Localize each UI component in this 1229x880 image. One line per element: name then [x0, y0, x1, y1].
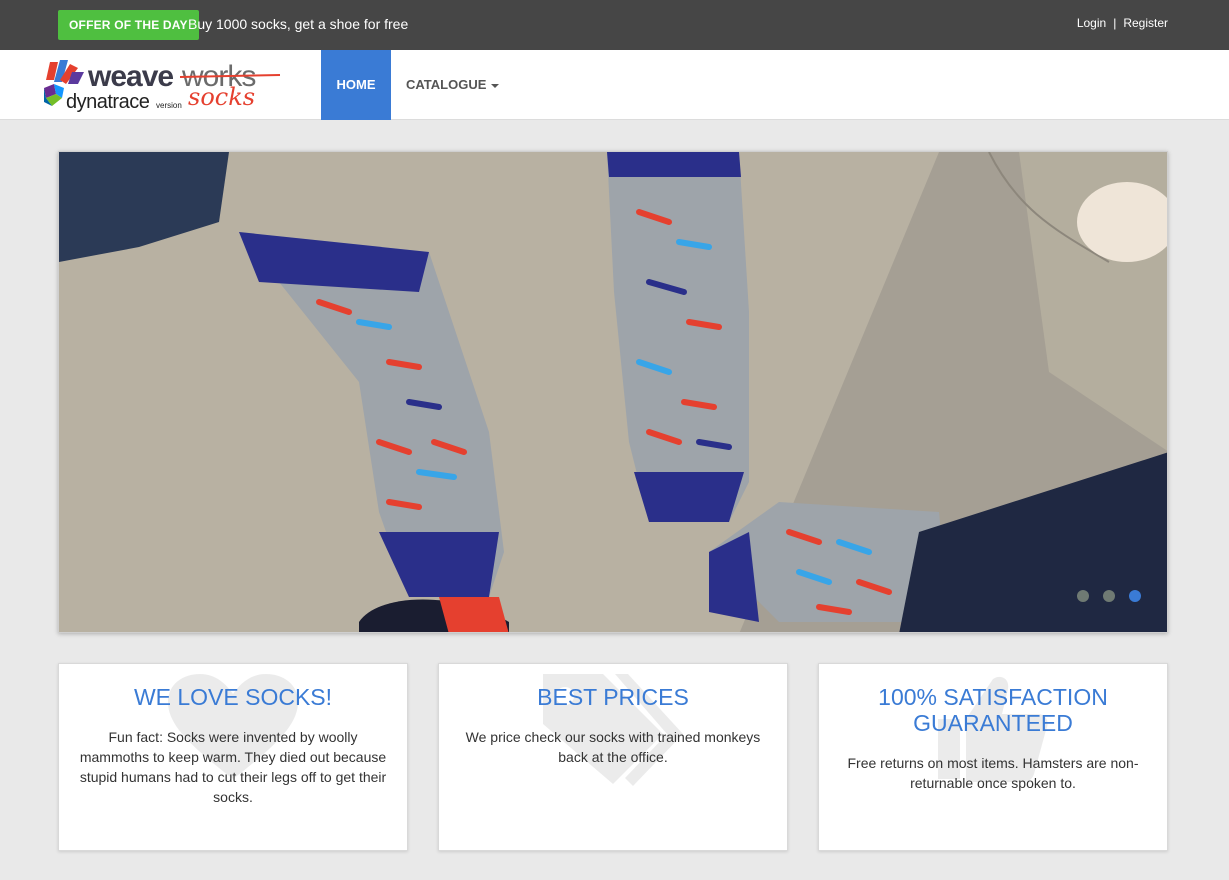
- account-links: Login | Register: [1077, 16, 1168, 30]
- hero-carousel[interactable]: [58, 151, 1168, 633]
- logo-brand-text: weave: [87, 60, 173, 93]
- offer-of-the-day-button[interactable]: Offer of the day: [58, 10, 199, 40]
- login-link[interactable]: Login: [1077, 16, 1106, 30]
- hero-socks-image: [59, 152, 1167, 632]
- logo-partner-suffix: version: [156, 101, 182, 110]
- nav-catalogue-label: Catalogue: [406, 77, 487, 92]
- feature-text: Free returns on most items. Hamsters are…: [847, 755, 1139, 791]
- register-link[interactable]: Register: [1123, 16, 1168, 30]
- logo-product-text: socks: [188, 83, 255, 111]
- links-separator: |: [1113, 16, 1117, 30]
- nav-home[interactable]: Home: [321, 50, 391, 120]
- offer-text: Buy 1000 socks, get a shoe for free: [188, 16, 409, 32]
- feature-title: Best prices: [537, 684, 689, 710]
- caret-down-icon: [491, 83, 500, 88]
- logo-partner-text: dynatrace: [66, 91, 150, 113]
- site-logo[interactable]: weave works dynatrace version socks: [42, 58, 287, 114]
- nav-catalogue[interactable]: Catalogue: [406, 50, 500, 120]
- carousel-dot-2[interactable]: [1103, 590, 1115, 602]
- feature-title: We love socks!: [133, 684, 333, 710]
- feature-text: Fun fact: Socks were invented by woolly …: [79, 729, 387, 805]
- feature-title: 100% satisfaction guaranteed: [878, 684, 1108, 736]
- carousel-indicators: [1077, 590, 1141, 602]
- feature-text: We price check our socks with trained mo…: [465, 729, 761, 765]
- top-bar: Offer of the day Buy 1000 socks, get a s…: [0, 0, 1229, 50]
- carousel-dot-3[interactable]: [1129, 590, 1141, 602]
- carousel-dot-1[interactable]: [1077, 590, 1089, 602]
- main-navbar: weave works dynatrace version socks Home…: [0, 50, 1229, 120]
- feature-box-satisfaction: 100% satisfaction guaranteed Free return…: [818, 663, 1168, 851]
- feature-box-love-socks: We love socks! Fun fact: Socks were inve…: [58, 663, 408, 851]
- feature-box-best-prices: Best prices We price check our socks wit…: [438, 663, 788, 851]
